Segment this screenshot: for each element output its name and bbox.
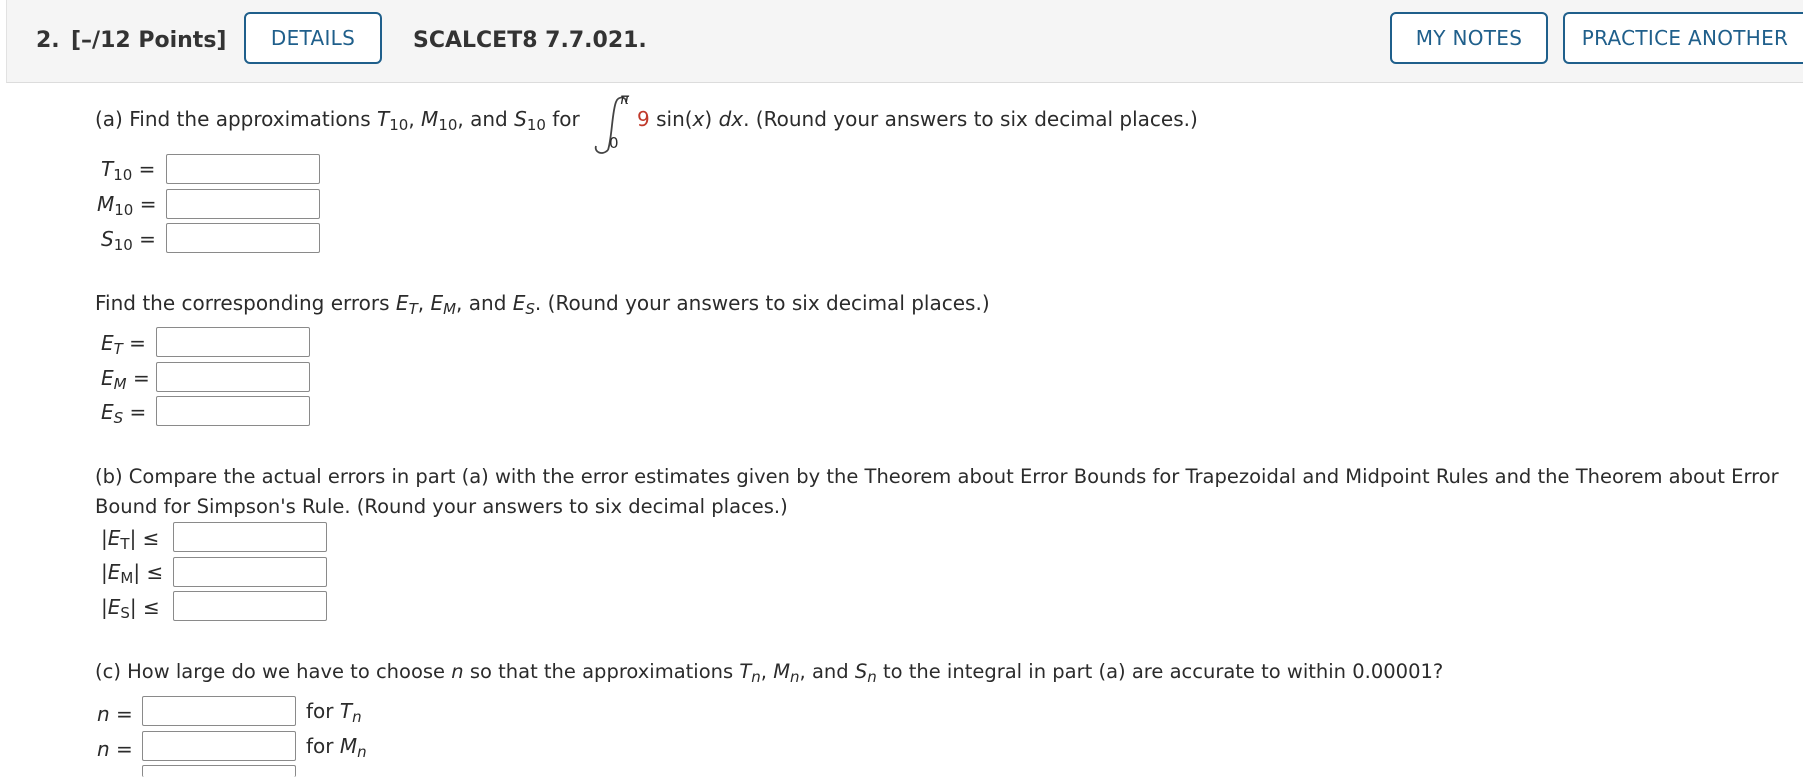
n-m-for-label: for Mn [306, 734, 367, 761]
bound-es-input[interactable] [173, 591, 327, 621]
m10-input[interactable] [166, 189, 320, 219]
bound-em-label: |EM| ≤ [101, 560, 164, 587]
n-m-label: n = [97, 737, 133, 761]
em-label: EM = [101, 366, 150, 393]
upper-limit: π [620, 90, 630, 108]
m10-label: M10 = [97, 192, 157, 219]
bound-et-label: |ET| ≤ [101, 526, 160, 553]
n-t-input[interactable] [142, 696, 296, 726]
part-a-statement: (a) Find the approximations T10, M10, an… [95, 107, 580, 134]
s10-label: S10 = [101, 227, 156, 254]
em-input[interactable] [156, 362, 310, 392]
part-c-statement: (c) How large do we have to choose n so … [95, 660, 1444, 686]
t10-label: T10 = [101, 157, 156, 184]
errors-statement: Find the corresponding errors ET, EM, an… [95, 291, 990, 318]
integrand: 9 sin(x) dx. (Round your answers to six … [637, 107, 1198, 131]
n-t-label: n = [97, 702, 133, 726]
bound-em-input[interactable] [173, 557, 327, 587]
part-b-line1: (b) Compare the actual errors in part (a… [95, 465, 1779, 488]
n-t-for-label: for Tn [306, 699, 362, 726]
n-m-input[interactable] [142, 731, 296, 761]
et-input[interactable] [156, 327, 310, 357]
bound-es-label: |ES| ≤ [101, 595, 160, 622]
part-b-line2: Bound for Simpson's Rule. (Round your an… [95, 495, 788, 518]
et-label: ET = [101, 331, 146, 358]
es-input[interactable] [156, 396, 310, 426]
lower-limit: 0 [609, 134, 619, 152]
s10-input[interactable] [166, 223, 320, 253]
t10-input[interactable] [166, 154, 320, 184]
es-label: ES = [101, 400, 147, 427]
bound-et-input[interactable] [173, 522, 327, 552]
n-s-input[interactable] [142, 765, 296, 777]
